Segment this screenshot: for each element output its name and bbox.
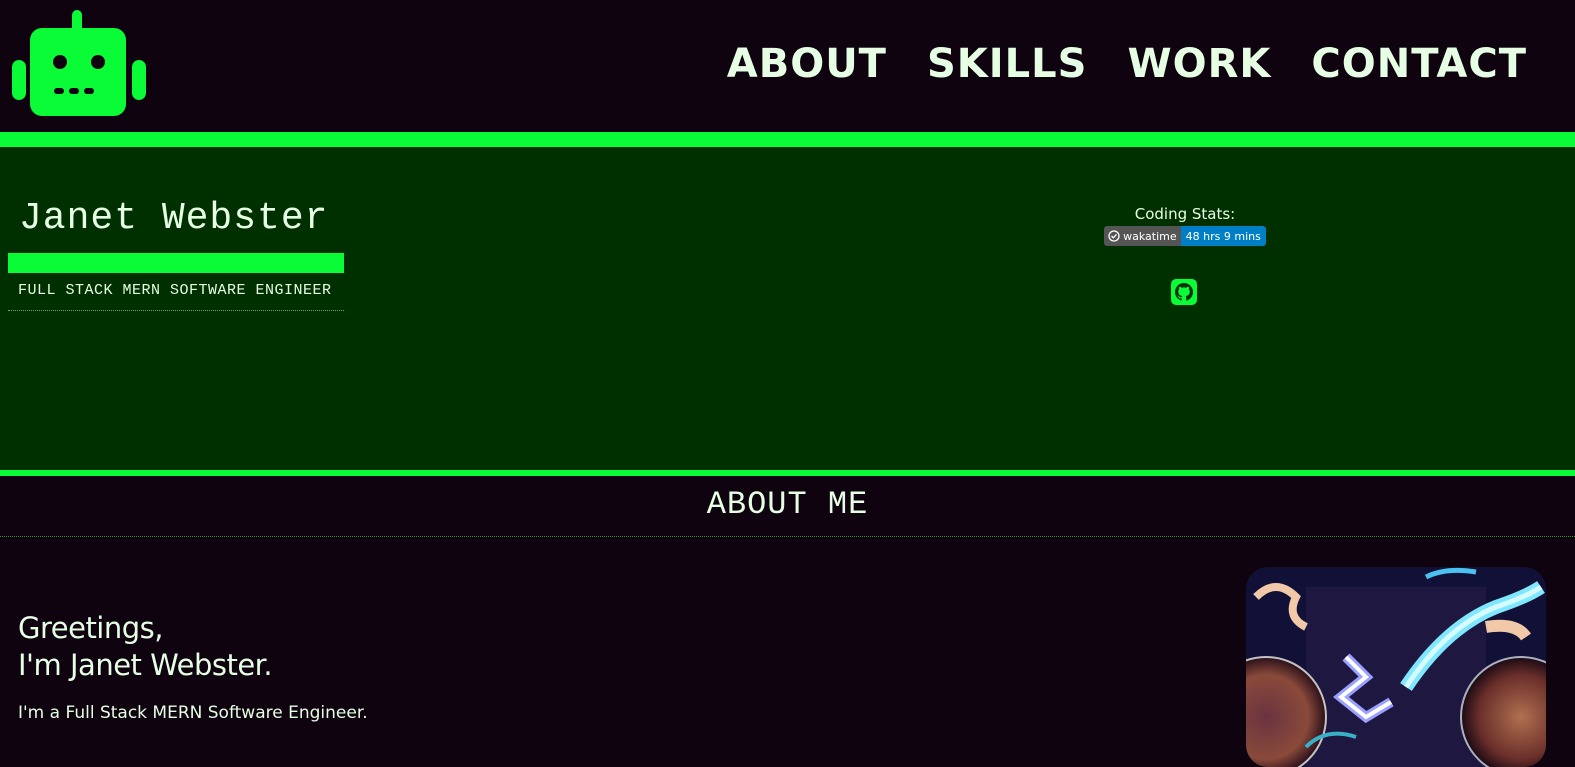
greeting-line-2: I'm Janet Webster.: [18, 648, 273, 682]
nav-contact[interactable]: CONTACT: [1311, 40, 1527, 88]
wakatime-badge[interactable]: wakatime 48 hrs 9 mins: [1104, 226, 1266, 246]
profile-image: [1246, 567, 1546, 767]
hero-name: Janet Webster: [19, 197, 329, 240]
about-greeting: Greetings, I'm Janet Webster.: [18, 610, 273, 684]
coding-stats-label: Coding Stats:: [1134, 205, 1236, 223]
hero-section: Janet Webster FULL STACK MERN SOFTWARE E…: [0, 147, 1575, 470]
badge-label-segment: wakatime: [1104, 226, 1181, 246]
robot-icon[interactable]: [12, 10, 146, 120]
about-heading: ABOUT ME: [706, 486, 869, 523]
github-link[interactable]: [1171, 279, 1197, 305]
nav-about[interactable]: ABOUT: [727, 40, 887, 88]
nav-skills[interactable]: SKILLS: [927, 40, 1087, 88]
about-intro: I'm a Full Stack MERN Software Engineer.: [18, 703, 368, 723]
badge-value: 48 hrs 9 mins: [1180, 226, 1266, 246]
coding-stats: Coding Stats: wakatime 48 hrs 9 mins: [1100, 205, 1270, 246]
header-divider: [0, 132, 1575, 147]
github-icon: [1175, 283, 1193, 301]
wakatime-icon: [1108, 230, 1120, 242]
hero-subtitle: FULL STACK MERN SOFTWARE ENGINEER: [8, 278, 344, 311]
greeting-line-1: Greetings,: [18, 611, 163, 645]
main-nav: ABOUT SKILLS WORK CONTACT: [727, 40, 1527, 88]
about-heading-bar: ABOUT ME: [0, 476, 1575, 537]
site-header: ABOUT SKILLS WORK CONTACT: [0, 0, 1575, 132]
badge-label: wakatime: [1123, 229, 1177, 243]
nav-work[interactable]: WORK: [1127, 40, 1271, 88]
name-underline-bar: [8, 253, 344, 273]
